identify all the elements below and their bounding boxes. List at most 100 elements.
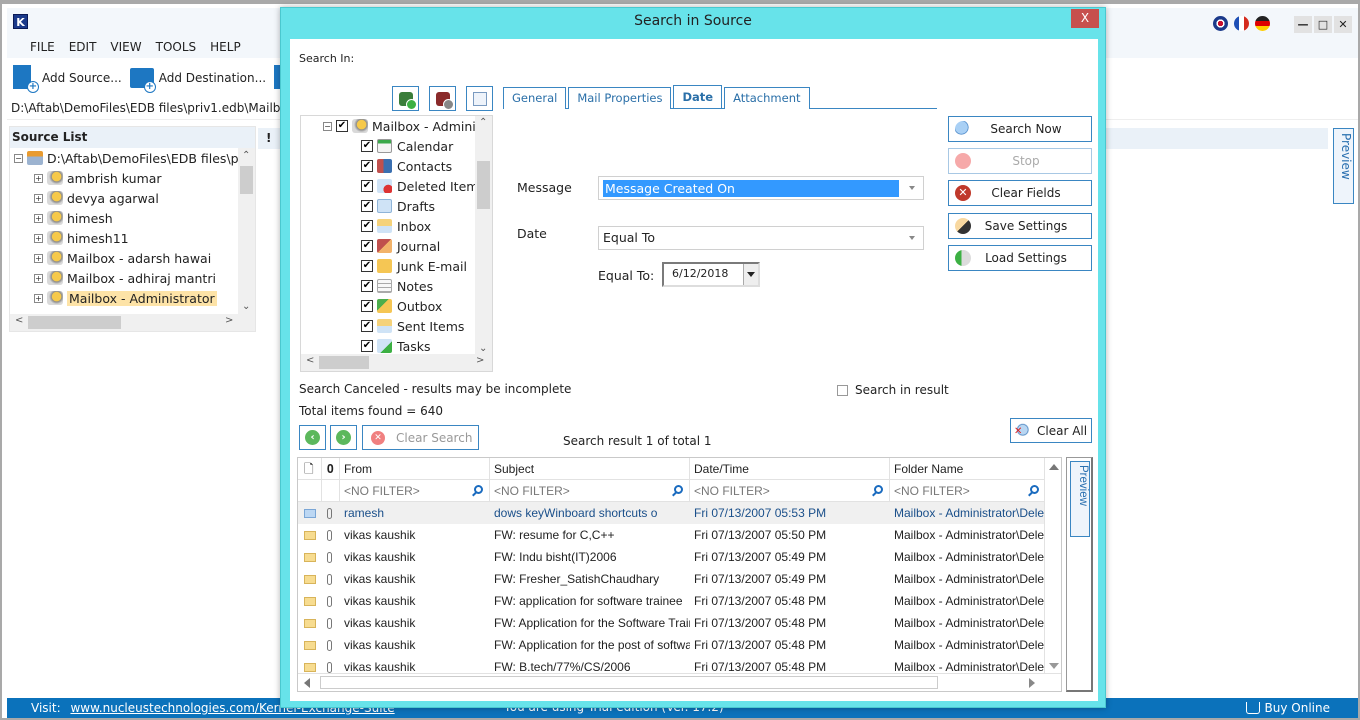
- minimize-button[interactable]: —: [1294, 16, 1312, 33]
- date-condition-select[interactable]: Equal To: [598, 226, 924, 250]
- filter-search-icon[interactable]: [874, 485, 883, 494]
- checklist-button[interactable]: [466, 86, 493, 111]
- scroll-down-icon[interactable]: ⌄: [479, 343, 487, 354]
- importance-column-icon[interactable]: !: [266, 131, 271, 145]
- source-list-item[interactable]: + Mailbox - adarsh hawai: [14, 248, 255, 268]
- clear-fields-button[interactable]: ✕ Clear Fields: [948, 180, 1092, 206]
- next-result-button[interactable]: ›: [330, 425, 357, 450]
- scroll-thumb[interactable]: [319, 356, 369, 369]
- folder-tree-item[interactable]: ✔ Tasks: [301, 336, 492, 356]
- table-row[interactable]: vikas kaushik FW: Fresher_SatishChaudhary…: [298, 568, 1046, 590]
- filter-from[interactable]: <NO FILTER>: [340, 480, 490, 502]
- scroll-down-icon[interactable]: [1049, 663, 1059, 669]
- grid-vertical-scrollbar[interactable]: [1044, 458, 1061, 674]
- stop-button[interactable]: Stop: [948, 148, 1092, 174]
- germany-flag-icon[interactable]: [1255, 16, 1270, 31]
- filter-date[interactable]: <NO FILTER>: [690, 480, 890, 502]
- attachment-column-icon[interactable]: 𝟎: [322, 458, 340, 480]
- buy-online-button[interactable]: Buy Online: [1245, 701, 1330, 715]
- filter-search-icon[interactable]: [474, 485, 483, 494]
- source-list-item[interactable]: + ambrish kumar: [14, 168, 255, 188]
- filter-search-icon[interactable]: [674, 485, 683, 494]
- folder-tree-item[interactable]: ✔ Drafts: [301, 196, 492, 216]
- folder-checkbox[interactable]: ✔: [361, 240, 373, 252]
- menu-tools[interactable]: TOOLS: [151, 34, 206, 58]
- folder-tree-item[interactable]: ✔ Deleted Items: [301, 176, 492, 196]
- calendar-dropdown-icon[interactable]: [743, 264, 758, 285]
- scroll-right-icon[interactable]: >: [476, 355, 484, 366]
- checkbox-icon[interactable]: [837, 384, 848, 396]
- table-row[interactable]: ramesh dows keyWinboard shortcuts o Fri 07…: [298, 502, 1046, 524]
- preview-toggle-button[interactable]: Preview: [1333, 128, 1354, 204]
- collapse-icon[interactable]: −: [14, 153, 23, 163]
- expand-icon[interactable]: +: [34, 293, 43, 303]
- folder-tree-item[interactable]: ✔ Journal: [301, 236, 492, 256]
- add-source-button[interactable]: + Add Source...: [13, 65, 122, 93]
- source-horizontal-scrollbar[interactable]: < >: [10, 314, 255, 331]
- uk-flag-icon[interactable]: [1213, 16, 1228, 31]
- folder-tree-item[interactable]: ✔ Outbox: [301, 296, 492, 316]
- tree-root[interactable]: − D:\Aftab\DemoFiles\EDB files\priv: [14, 148, 255, 168]
- tab-date[interactable]: Date: [673, 85, 723, 108]
- column-header-from[interactable]: From: [340, 458, 490, 480]
- select-all-button[interactable]: [392, 86, 419, 111]
- deselect-all-button[interactable]: [429, 86, 456, 111]
- search-in-result-checkbox[interactable]: Search in result: [837, 383, 949, 397]
- folder-checkbox[interactable]: ✔: [361, 340, 373, 352]
- previous-result-button[interactable]: ‹: [299, 425, 326, 450]
- expand-icon[interactable]: +: [34, 273, 43, 283]
- folder-tree-item[interactable]: ✔ Inbox: [301, 216, 492, 236]
- column-header-subject[interactable]: Subject: [490, 458, 690, 480]
- grid-horizontal-scrollbar[interactable]: [298, 673, 1061, 691]
- expand-icon[interactable]: +: [34, 233, 43, 243]
- folder-checkbox[interactable]: ✔: [361, 140, 373, 152]
- tab-mail-properties[interactable]: Mail Properties: [568, 87, 672, 109]
- search-now-button[interactable]: Search Now: [948, 116, 1092, 142]
- scroll-right-icon[interactable]: [1029, 678, 1035, 688]
- folder-checkbox[interactable]: ✔: [361, 180, 373, 192]
- filter-folder[interactable]: <NO FILTER>: [890, 480, 1046, 502]
- source-list-item[interactable]: + Mailbox - adhiraj mantri: [14, 268, 255, 288]
- item-type-column-icon[interactable]: 🗋: [298, 458, 322, 480]
- folder-checkbox[interactable]: ✔: [361, 220, 373, 232]
- table-row[interactable]: vikas kaushik FW: resume for C,C++ Fri 07/…: [298, 524, 1046, 546]
- scroll-left-icon[interactable]: <: [15, 315, 23, 326]
- expand-icon[interactable]: +: [34, 253, 43, 263]
- folder-tree-item[interactable]: ✔ Sent Items: [301, 316, 492, 336]
- scroll-track[interactable]: [320, 676, 938, 689]
- menu-help[interactable]: HELP: [205, 34, 250, 58]
- menu-file[interactable]: FILE: [25, 34, 64, 58]
- table-row[interactable]: vikas kaushik FW: Application for the Sof…: [298, 612, 1046, 634]
- mailbox-node[interactable]: − ✔ Mailbox - Adminis: [301, 116, 492, 136]
- collapse-icon[interactable]: −: [323, 121, 332, 131]
- menu-edit[interactable]: EDIT: [64, 34, 106, 58]
- folder-tree-item[interactable]: ✔ Notes: [301, 276, 492, 296]
- tab-general[interactable]: General: [503, 87, 567, 109]
- scroll-up-icon[interactable]: ⌃: [479, 117, 487, 128]
- folder-checkbox[interactable]: ✔: [361, 160, 373, 172]
- folder-tree-item[interactable]: ✔ Calendar: [301, 136, 492, 156]
- france-flag-icon[interactable]: [1234, 16, 1249, 31]
- table-row[interactable]: vikas kaushik FW: application for softwar…: [298, 590, 1046, 612]
- scroll-up-icon[interactable]: ⌃: [242, 150, 250, 161]
- source-list-item[interactable]: + himesh: [14, 208, 255, 228]
- folder-checkbox[interactable]: ✔: [361, 300, 373, 312]
- scroll-thumb[interactable]: [477, 161, 490, 209]
- expand-icon[interactable]: +: [34, 173, 43, 183]
- filter-search-icon[interactable]: [1030, 485, 1039, 494]
- folder-checkbox[interactable]: ✔: [361, 260, 373, 272]
- clear-search-button[interactable]: ✕ Clear Search: [362, 425, 479, 450]
- close-window-button[interactable]: ✕: [1334, 16, 1352, 33]
- table-row[interactable]: vikas kaushik FW: Application for the pos…: [298, 634, 1046, 656]
- folder-vertical-scrollbar[interactable]: ⌃ ⌄: [475, 116, 492, 354]
- save-settings-button[interactable]: Save Settings: [948, 213, 1092, 239]
- folder-checkbox[interactable]: ✔: [361, 320, 373, 332]
- column-header-date[interactable]: Date/Time: [690, 458, 890, 480]
- scroll-right-icon[interactable]: >: [225, 315, 233, 326]
- filter-subject[interactable]: <NO FILTER>: [490, 480, 690, 502]
- expand-icon[interactable]: +: [34, 213, 43, 223]
- folder-checkbox[interactable]: ✔: [361, 200, 373, 212]
- maximize-button[interactable]: □: [1314, 16, 1332, 33]
- date-picker[interactable]: 6/12/2018: [662, 262, 760, 287]
- source-list-item[interactable]: + Mailbox - Administrator: [14, 288, 255, 308]
